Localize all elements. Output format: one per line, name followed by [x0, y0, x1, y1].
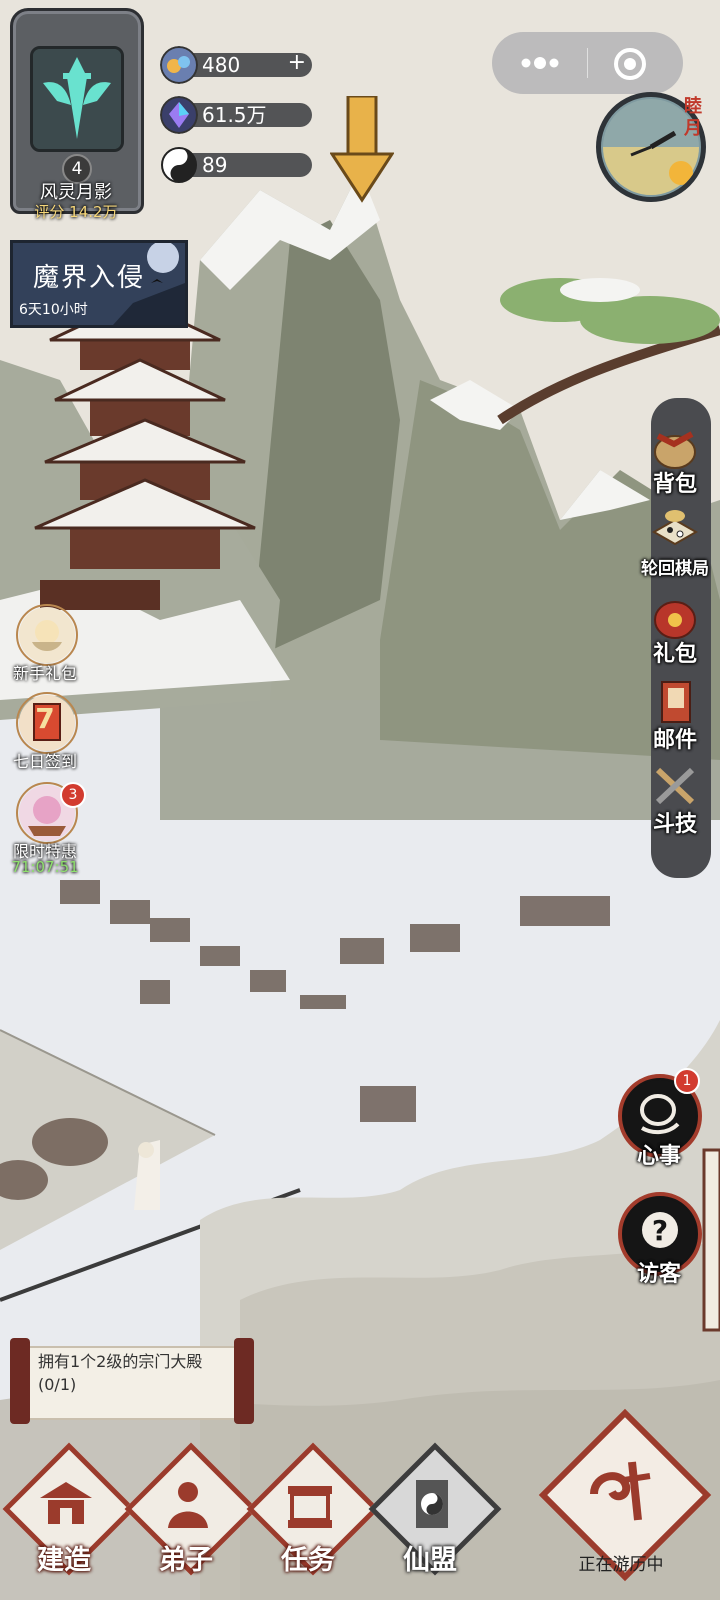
menu-item-bag[interactable]: 背包: [630, 420, 720, 504]
event-timer: 6天10小时: [19, 302, 88, 318]
build-icon: [40, 1482, 92, 1524]
nav-label: 建造: [37, 1545, 91, 1576]
event-title: 魔界入侵: [33, 263, 146, 293]
chessboard-icon: [651, 510, 699, 546]
menu-label: 邮件: [652, 728, 697, 753]
quick-label: 七日签到: [12, 752, 77, 771]
resource-value: 61.5万: [202, 103, 267, 127]
resource-value: 480: [202, 53, 241, 77]
disciple-icon: [168, 1482, 208, 1528]
miniprogram-capsule: [492, 32, 683, 94]
month-label: 睦月: [684, 96, 702, 139]
button-label: 心事: [636, 1144, 681, 1169]
menu-label: 轮回棋局: [641, 559, 709, 579]
travel-status-button[interactable]: 正在游历中: [536, 1408, 712, 1590]
travel-swirl-icon: [590, 1461, 651, 1521]
checkin-day-number: 7: [35, 702, 55, 735]
player-score: 评分 14.2万: [34, 203, 118, 221]
menu-item-mail[interactable]: 邮件: [630, 676, 720, 760]
visitor-button[interactable]: ? 访客: [614, 1192, 704, 1292]
resource-crystal[interactable]: 61.5万: [160, 96, 312, 134]
resource-stamina[interactable]: 480 +: [160, 46, 312, 84]
resource-yinyang[interactable]: 89: [160, 147, 312, 183]
nav-alliance[interactable]: 仙盟: [368, 1442, 502, 1596]
mail-icon: [661, 681, 691, 723]
gift-pack-icon: [654, 601, 696, 639]
quick-label: 新手礼包: [12, 664, 77, 683]
nav-disciple[interactable]: 弟子: [124, 1442, 258, 1596]
menu-item-arena[interactable]: 斗技: [630, 760, 720, 844]
offer-countdown: 71:07:51: [11, 858, 79, 876]
nav-task[interactable]: 任务: [246, 1442, 380, 1596]
task-icon: [288, 1486, 332, 1528]
nav-label: 弟子: [159, 1545, 213, 1576]
menu-item-gift[interactable]: 礼包: [630, 590, 720, 674]
nav-build[interactable]: 建造: [2, 1442, 136, 1596]
capsule-divider: [587, 48, 588, 78]
add-stamina-button[interactable]: +: [288, 51, 306, 75]
guide-arrow-icon: [330, 96, 394, 203]
spirit-crystal-icon: [160, 96, 198, 134]
player-profile[interactable]: 4 风灵月影 评分 14.2万: [6, 8, 144, 221]
demon-invasion-event[interactable]: 魔界入侵 6天10小时: [10, 240, 188, 328]
crossed-swords-icon: [655, 767, 695, 805]
notification-badge: 3: [60, 782, 86, 808]
seven-day-checkin-button[interactable]: 7 七日签到: [0, 692, 90, 782]
resource-value: 89: [202, 153, 228, 177]
nav-label: 仙盟: [403, 1545, 457, 1576]
bag-icon: [654, 431, 696, 469]
alliance-icon: [416, 1480, 448, 1528]
more-options-icon[interactable]: [518, 56, 562, 70]
menu-label: 背包: [652, 472, 697, 497]
heart-matter-button[interactable]: 1 心事: [614, 1068, 704, 1174]
newbie-gift-button[interactable]: 新手礼包: [0, 604, 90, 694]
sect-emblem-icon: [30, 46, 124, 152]
menu-label: 斗技: [652, 812, 697, 837]
scroll-rod-right: [234, 1338, 254, 1424]
nav-label: 任务: [281, 1545, 335, 1576]
notification-badge: 1: [674, 1068, 700, 1094]
limited-offer-button[interactable]: 3 限时特惠 71:07:51: [0, 782, 90, 876]
stamina-icon: [160, 46, 198, 84]
svg-text:?: ?: [652, 1214, 668, 1247]
menu-label: 礼包: [652, 642, 697, 667]
travel-label: 正在游历中: [578, 1555, 664, 1575]
menu-item-chess[interactable]: 轮回棋局: [630, 504, 720, 588]
task-text: 拥有1个2级的宗门大殿(0/1): [38, 1352, 203, 1394]
yin-yang-icon: [161, 147, 197, 183]
current-task-scroll[interactable]: 拥有1个2级的宗门大殿(0/1): [8, 1338, 254, 1424]
newbie-gift-icon: [16, 604, 78, 666]
scroll-rod-left: [10, 1338, 30, 1424]
button-label: 访客: [636, 1262, 681, 1287]
close-miniprogram-icon[interactable]: [612, 46, 648, 82]
